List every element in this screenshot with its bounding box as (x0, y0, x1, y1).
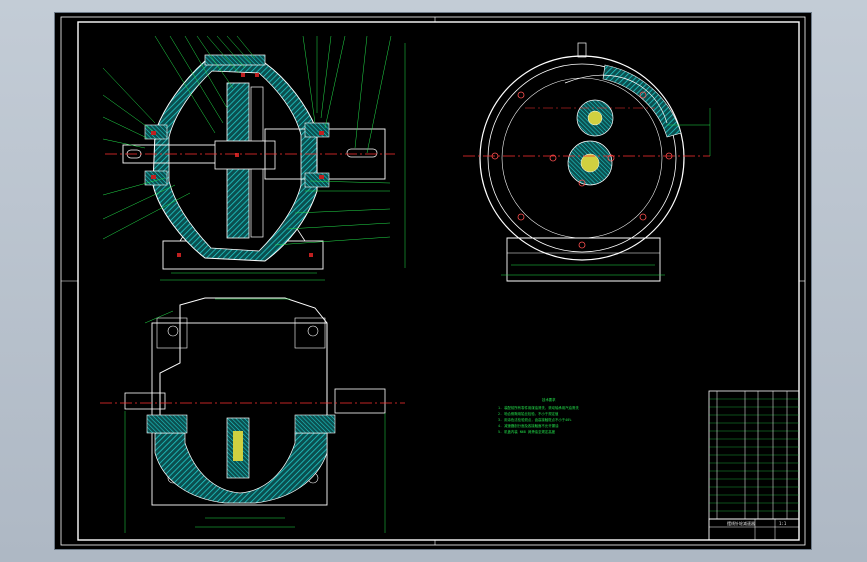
note-line-4: 4. 减速器剖分面及各接触面不允许漏油 (498, 423, 559, 428)
plan-left-bearing (146, 414, 188, 434)
side-view[interactable] (463, 42, 711, 282)
input-gear-bore (587, 110, 603, 126)
front-section-view[interactable] (102, 35, 406, 281)
output-keyway (346, 148, 378, 158)
output-gear-bore (580, 153, 600, 173)
plan-input-shaft (124, 392, 166, 410)
plan-right-bearing (294, 414, 336, 434)
plan-output-shaft (334, 388, 386, 414)
note-line-1: 1. 装配前所有零件用煤油清洗，滚动轴承用汽油清洗 (498, 405, 579, 410)
lifting-lug (577, 42, 587, 58)
scale-text: 1:1 (779, 521, 787, 526)
title-block[interactable]: 摆线针轮减速器 1:1 (708, 518, 800, 541)
notes-heading: 技术要求 (542, 397, 556, 402)
plan-view[interactable] (100, 297, 405, 533)
center-hub (214, 140, 276, 170)
plan-gear-core (233, 431, 243, 461)
bearing-right-lower (304, 172, 330, 188)
note-line-2: 2. 啮合侧隙用铅丝检验，不小于规定值 (498, 411, 559, 416)
parts-list[interactable] (708, 390, 800, 520)
drawing-viewport[interactable]: 技术要求 1. 装配前所有零件用煤油清洗，滚动轴承用汽油清洗 2. 啮合侧隙用铅… (54, 12, 812, 550)
note-line-5: 5. 机盖内装 N68 润滑油至规定高度 (498, 429, 556, 434)
technical-notes[interactable]: 技术要求 1. 装配前所有零件用煤油清洗，滚动轴承用汽油清洗 2. 啮合侧隙用铅… (498, 397, 579, 434)
plan-corner-tr (294, 317, 326, 349)
title-text: 摆线针轮减速器 (727, 520, 755, 526)
note-line-3: 3. 用涂色法检验斑点，齿高接触斑点不小于40% (498, 417, 571, 422)
plan-corner-tl (156, 317, 188, 349)
